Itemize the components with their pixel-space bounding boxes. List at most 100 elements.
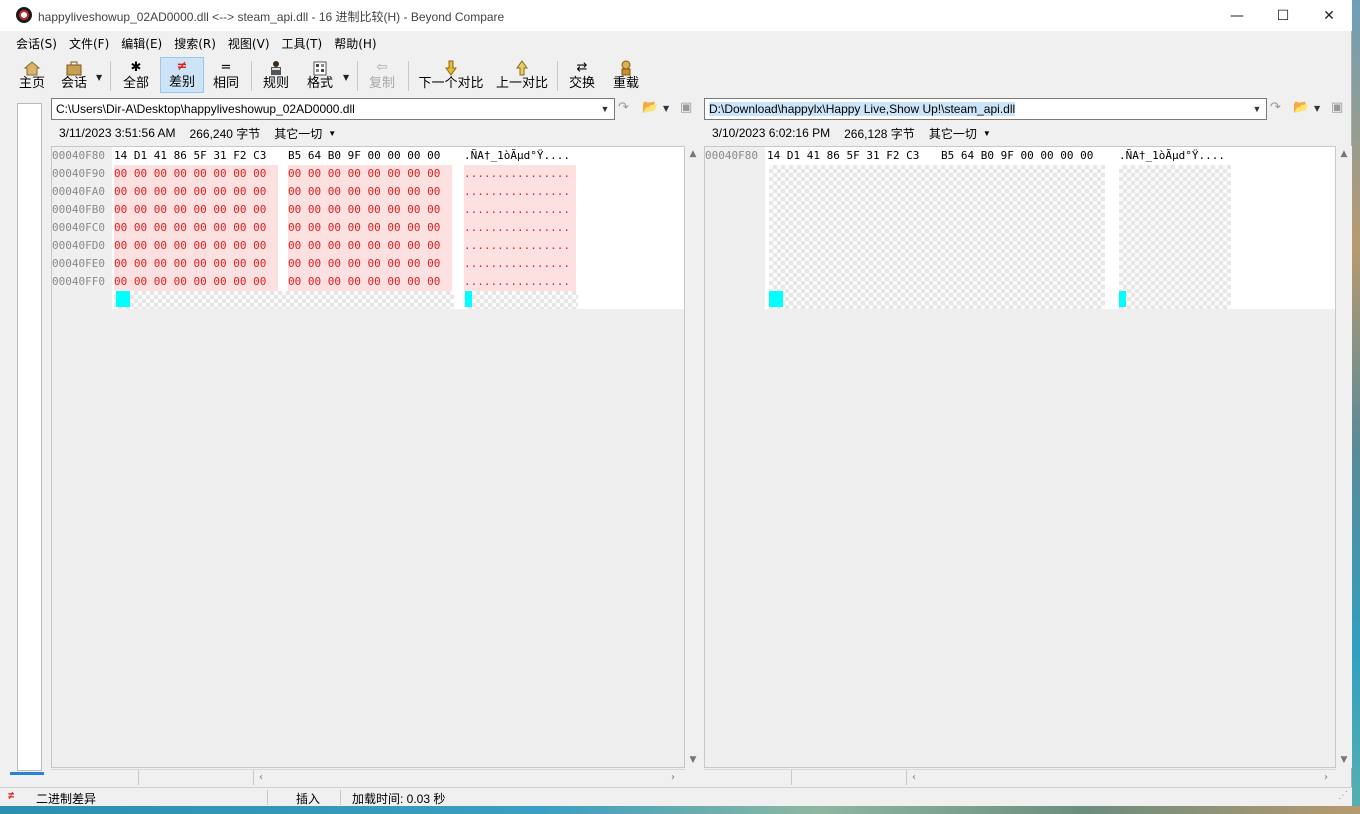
scroll-up-icon[interactable]: ▲ (685, 146, 701, 162)
prev-diff-button[interactable]: 上一对比 (494, 57, 550, 93)
format-label: 格式 (306, 76, 333, 91)
scroll-down-icon[interactable]: ▼ (1336, 752, 1352, 768)
hex-address: 00040F80 (52, 149, 105, 162)
hex-row[interactable]: 00040F90 00 00 00 00 00 00 00 00 00 00 00 … (52, 165, 582, 183)
show-same-button[interactable]: = 相同 (208, 57, 244, 93)
hex-bytes-first-half: 00 00 00 00 00 00 00 00 (114, 183, 278, 201)
left-file-date: 3/11/2023 3:51:56 AM (59, 126, 176, 140)
chevron-down-icon[interactable]: ▼ (983, 129, 991, 138)
show-all-label: 全部 (122, 76, 149, 91)
right-scroll-segment (792, 770, 907, 785)
right-path-input[interactable]: D:\Download\happylx\Happy Live,Show Up!\… (704, 98, 1267, 120)
hex-bytes-second-half: 00 00 00 00 00 00 00 00 (288, 201, 452, 219)
right-hex-cursor (769, 291, 783, 307)
right-ascii-cursor (1119, 291, 1126, 307)
hex-address: 00040FD0 (52, 239, 105, 252)
copy-label: 复制 (368, 76, 395, 91)
maximize-button[interactable]: ☐ (1260, 0, 1306, 31)
hex-ascii: ................ (464, 255, 576, 273)
right-vertical-scrollbar[interactable]: ▲ ▼ (1336, 146, 1352, 768)
chevron-down-icon[interactable]: ▼ (598, 100, 612, 118)
menu-tools[interactable]: 工具(T) (276, 32, 329, 54)
hex-bytes-second-half: 00 00 00 00 00 00 00 00 (288, 219, 452, 237)
hex-row[interactable]: 00040FC0 00 00 00 00 00 00 00 00 00 00 00 … (52, 219, 582, 237)
resize-grip-icon[interactable]: ⋰ (1338, 790, 1348, 801)
right-folder-dropdown-icon[interactable]: ▼ (1314, 104, 1320, 113)
toolbar-separator (110, 61, 111, 91)
hex-bytes-first-half: 14 D1 41 86 5F 31 F2 C3 (767, 149, 920, 162)
toolbar: 主页 会话 ▼ ✱ 全部 ≠ 差别 = 相同 规则 格式 ▼ ⇦ 复制 下一个对… (0, 55, 1352, 95)
home-button[interactable]: 主页 (14, 57, 50, 93)
right-save-icon[interactable]: ▣ (1331, 100, 1343, 115)
right-other-dropdown[interactable]: 其它一切 (929, 125, 977, 142)
hex-row[interactable]: 00040FE0 00 00 00 00 00 00 00 00 00 00 00 … (52, 255, 582, 273)
right-open-folder-icon[interactable]: 📂 (1293, 100, 1309, 115)
scroll-up-icon[interactable]: ▲ (1336, 146, 1352, 162)
menu-file[interactable]: 文件(F) (63, 32, 115, 54)
minimize-button[interactable]: — (1214, 0, 1260, 31)
scroll-left-icon[interactable]: ‹ (259, 770, 263, 785)
right-refresh-icon[interactable]: ↷ (1270, 100, 1281, 115)
right-horizontal-scrollbar[interactable]: ‹ › (704, 769, 1336, 785)
right-hex-pane[interactable]: 00040F80 14 D1 41 86 5F 31 F2 C3 B5 64 B0 … (704, 146, 1336, 768)
show-all-button[interactable]: ✱ 全部 (118, 57, 154, 93)
arrow-left-icon: ⇦ (376, 60, 388, 75)
left-path-input[interactable]: C:\Users\Dir-A\Desktop\happyliveshowup_0… (51, 98, 615, 120)
hex-row[interactable]: 00040F80 14 D1 41 86 5F 31 F2 C3 B5 64 B0 … (52, 147, 582, 165)
hex-bytes-second-half: B5 64 B0 9F 00 00 00 00 (941, 149, 1094, 162)
hex-address: 00040FA0 (52, 185, 105, 198)
reload-button[interactable]: 重载 (608, 57, 644, 93)
swap-arrows-icon: ⇄ (576, 60, 588, 75)
left-horizontal-scrollbar[interactable]: ‹ › (51, 769, 685, 785)
menu-help[interactable]: 帮助(H) (328, 32, 382, 54)
hex-row[interactable]: 00040FD0 00 00 00 00 00 00 00 00 00 00 00 … (52, 237, 582, 255)
toolbar-separator (357, 61, 358, 91)
hex-bytes-first-half: 14 D1 41 86 5F 31 F2 C3 (114, 149, 267, 162)
left-hex-cursor (116, 291, 130, 307)
next-diff-button[interactable]: 下一个对比 (416, 57, 486, 93)
swap-button[interactable]: ⇄ 交换 (564, 57, 600, 93)
thumbnail-gutter[interactable] (17, 103, 42, 771)
close-button[interactable]: ✕ (1306, 0, 1352, 31)
session-button[interactable]: 会话 (56, 57, 92, 93)
menu-session[interactable]: 会话(S) (10, 32, 63, 54)
left-folder-dropdown-icon[interactable]: ▼ (663, 104, 669, 113)
load-time-text: 加载时间: 0.03 秒 (352, 792, 446, 806)
copy-button[interactable]: ⇦ 复制 (364, 57, 400, 93)
window-title: happyliveshowup_02AD0000.dll <--> steam_… (38, 10, 505, 24)
scroll-right-icon[interactable]: › (1324, 770, 1328, 785)
format-grid-icon (311, 60, 329, 76)
scroll-right-icon[interactable]: › (671, 770, 675, 785)
left-scroll-segment (139, 770, 254, 785)
hex-bytes-second-half: 00 00 00 00 00 00 00 00 (288, 255, 452, 273)
left-save-icon[interactable]: ▣ (680, 100, 692, 115)
hex-row[interactable]: 00040F80 14 D1 41 86 5F 31 F2 C3 B5 64 B0 … (705, 147, 1235, 165)
left-other-dropdown[interactable]: 其它一切 (274, 125, 322, 142)
scroll-down-icon[interactable]: ▼ (685, 752, 701, 768)
format-button[interactable]: 格式 (302, 57, 338, 93)
asterisk-icon: ✱ (130, 60, 142, 75)
menu-view[interactable]: 视图(V) (222, 32, 276, 54)
session-dropdown-icon[interactable]: ▼ (96, 73, 102, 82)
hex-bytes-first-half: 00 00 00 00 00 00 00 00 (114, 255, 278, 273)
rules-button[interactable]: 规则 (258, 57, 294, 93)
menu-edit[interactable]: 编辑(E) (115, 32, 168, 54)
chevron-down-icon[interactable]: ▼ (328, 129, 336, 138)
scroll-left-icon[interactable]: ‹ (912, 770, 916, 785)
left-vertical-scrollbar[interactable]: ▲ ▼ (685, 146, 701, 768)
left-open-folder-icon[interactable]: 📂 (642, 100, 658, 115)
left-refresh-icon[interactable]: ↷ (618, 100, 629, 115)
left-hex-pane[interactable]: 00040F80 14 D1 41 86 5F 31 F2 C3 B5 64 B0 … (51, 146, 685, 768)
hex-bytes-second-half: 00 00 00 00 00 00 00 00 (288, 165, 452, 183)
menu-bar: 会话(S) 文件(F) 编辑(E) 搜索(R) 视图(V) 工具(T) 帮助(H… (0, 32, 1352, 54)
hex-row[interactable]: 00040FA0 00 00 00 00 00 00 00 00 00 00 00 … (52, 183, 582, 201)
menu-search[interactable]: 搜索(R) (168, 32, 222, 54)
format-dropdown-icon[interactable]: ▼ (343, 73, 349, 82)
equal-icon: = (220, 60, 232, 75)
hex-row[interactable]: 00040FB0 00 00 00 00 00 00 00 00 00 00 00 … (52, 201, 582, 219)
chevron-down-icon[interactable]: ▼ (1250, 100, 1264, 118)
show-diffs-button[interactable]: ≠ 差别 (160, 57, 204, 93)
hex-row[interactable]: 00040FF0 00 00 00 00 00 00 00 00 00 00 00 … (52, 273, 582, 291)
left-hex-empty-region (114, 291, 454, 309)
hex-ascii: ................ (464, 273, 576, 291)
